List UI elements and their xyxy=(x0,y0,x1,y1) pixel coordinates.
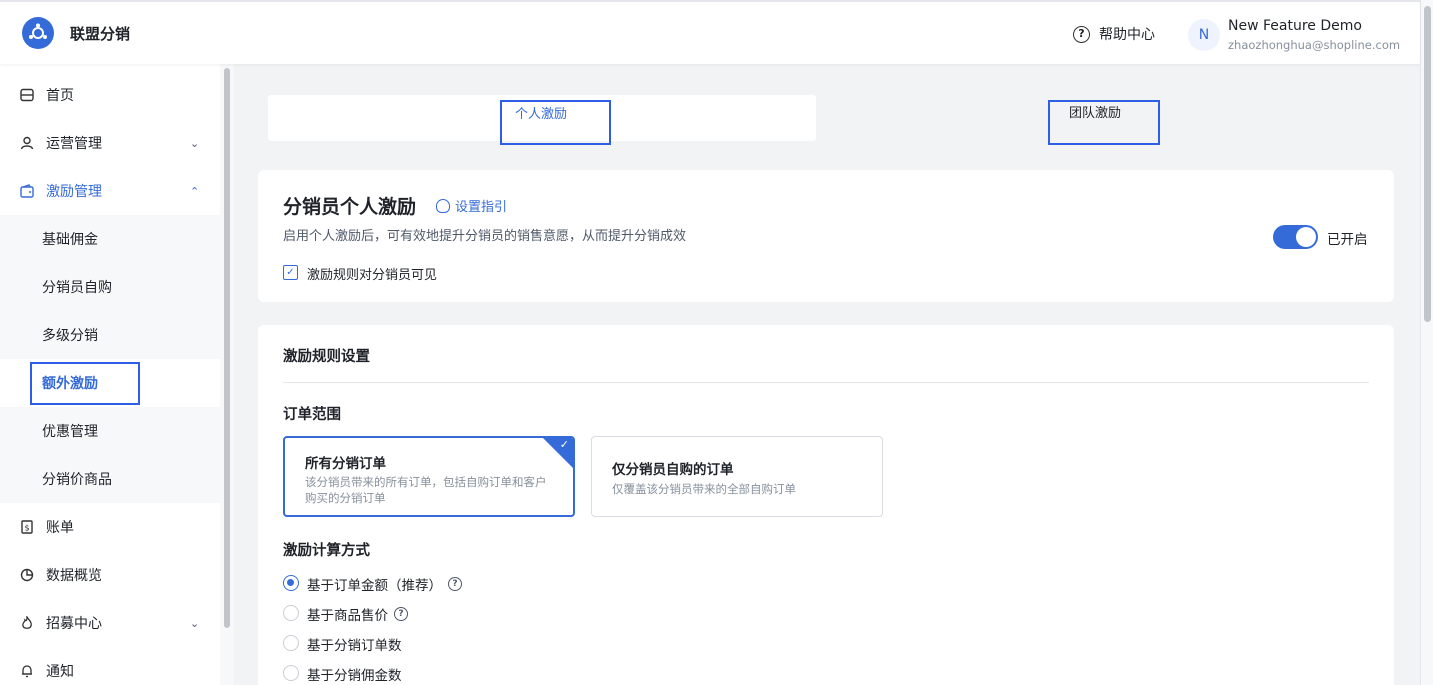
question-circle-icon[interactable]: ? xyxy=(394,607,408,621)
app-title: 联盟分销 xyxy=(70,25,131,43)
selected-corner xyxy=(541,438,573,470)
sidebar-scrollbar-thumb[interactable] xyxy=(224,68,230,628)
order-scope-option-self[interactable]: 仅分销员自购的订单 仅覆盖该分销员带来的全部自购订单 xyxy=(591,436,883,517)
highlight-box xyxy=(30,362,140,405)
radio-commission-amount[interactable] xyxy=(283,665,299,681)
calc-method-label: 激励计算方式 xyxy=(283,543,370,559)
rules-visible-label[interactable]: 激励规则对分销员可见 xyxy=(307,264,437,283)
chevron-down-icon: ⌄ xyxy=(190,136,200,150)
bill-icon: $ xyxy=(19,519,35,535)
home-icon xyxy=(19,87,35,103)
sidebar-item-home[interactable]: 首页 xyxy=(0,75,220,115)
chevron-down-icon: ⌄ xyxy=(190,616,200,630)
radio-product-price[interactable] xyxy=(283,605,299,621)
toggle-knob xyxy=(1296,227,1316,247)
sidebar-item-label: 运营管理 xyxy=(46,136,102,152)
highlight-box xyxy=(500,100,611,145)
sidebar-subitem-base-commission[interactable]: 基础佣金 xyxy=(0,215,220,263)
sidebar-subitem-label: 分销员自购 xyxy=(42,280,112,296)
check-icon: ✓ xyxy=(559,438,569,451)
option-title: 仅分销员自购的订单 xyxy=(612,462,734,478)
radio-label-commission-amount[interactable]: 基于分销佣金数 xyxy=(307,664,402,684)
personal-incentive-card: 分销员个人激励 设置指引 启用个人激励后，可有效地提升分销员的销售意愿，从而提升… xyxy=(258,170,1394,302)
radio-label-product-price[interactable]: 基于商品售价 ? xyxy=(307,604,408,624)
sidebar-item-label: 招募中心 xyxy=(46,616,102,632)
main-content: 个人激励 团队激励 分销员个人激励 设置指引 启用个人激励后，可有效地提升分销员… xyxy=(234,64,1420,685)
sidebar-subitem-label: 分销价商品 xyxy=(42,472,112,488)
bell-icon xyxy=(19,663,35,679)
radio-order-count[interactable] xyxy=(283,635,299,651)
svg-text:$: $ xyxy=(24,524,29,533)
chevron-up-icon: ⌃ xyxy=(190,184,200,198)
incentive-rules-card: 激励规则设置 订单范围 ✓ 所有分销订单 该分销员带来的所有订单，包括自购订单和… xyxy=(258,325,1394,685)
toggle-status-label: 已开启 xyxy=(1327,232,1368,248)
user-icon xyxy=(19,135,35,151)
highlight-box xyxy=(1048,100,1160,145)
user-name[interactable]: New Feature Demo xyxy=(1228,18,1362,34)
sidebar-item-label: 通知 xyxy=(46,664,74,680)
sidebar-subitem-multi-level[interactable]: 多级分销 xyxy=(0,311,220,359)
order-scope-option-all[interactable]: ✓ 所有分销订单 该分销员带来的所有订单，包括自购订单和客户购买的分销订单 xyxy=(283,436,575,517)
card-description: 启用个人激励后，可有效地提升分销员的销售意愿，从而提升分销成效 xyxy=(283,229,687,244)
setup-guide-label: 设置指引 xyxy=(455,200,508,215)
top-header: 联盟分销 ? 帮助中心 N New Feature Demo zhaozhong… xyxy=(0,0,1420,64)
sidebar-item-incentive[interactable]: 激励管理 ⌃ xyxy=(0,171,220,211)
sidebar-item-data-overview[interactable]: 数据概览 xyxy=(0,555,220,595)
order-scope-label: 订单范围 xyxy=(283,407,341,423)
sidebar-item-operations[interactable]: 运营管理 ⌄ xyxy=(0,123,220,163)
option-title: 所有分销订单 xyxy=(305,456,386,472)
incentive-toggle[interactable] xyxy=(1273,225,1318,249)
question-circle-icon: ? xyxy=(1073,25,1090,43)
radio-label-text: 基于订单金额（推荐） xyxy=(307,578,442,594)
divider xyxy=(283,382,1369,383)
pie-chart-icon xyxy=(19,567,35,583)
question-circle-icon[interactable]: ? xyxy=(448,577,462,591)
sidebar-subitem-label: 多级分销 xyxy=(42,328,98,344)
sidebar-subitem-label: 优惠管理 xyxy=(42,424,98,440)
sidebar-item-notifications[interactable]: 通知 xyxy=(0,651,220,685)
radio-label-text: 基于分销佣金数 xyxy=(307,668,402,684)
sidebar-item-label: 账单 xyxy=(46,520,74,536)
sidebar-subitem-distribution-products[interactable]: 分销价商品 xyxy=(0,455,220,503)
app-logo-icon[interactable] xyxy=(22,17,54,49)
radio-label-order-count[interactable]: 基于分销订单数 xyxy=(307,634,402,654)
page-scrollbar[interactable] xyxy=(1420,0,1433,685)
sidebar-item-label: 首页 xyxy=(46,88,74,104)
rules-section-title: 激励规则设置 xyxy=(283,349,370,365)
user-email: zhaozhonghua@shopline.com xyxy=(1228,38,1401,52)
help-center-label: 帮助中心 xyxy=(1099,27,1155,43)
option-description: 该分销员带来的所有订单，包括自购订单和客户购买的分销订单 xyxy=(305,475,547,505)
sidebar-item-recruitment[interactable]: 招募中心 ⌄ xyxy=(0,603,220,643)
setup-guide-link[interactable]: 设置指引 xyxy=(436,196,507,215)
page-scrollbar-thumb[interactable] xyxy=(1424,6,1431,322)
incentive-tabs: 个人激励 团队激励 xyxy=(258,88,1394,150)
sidebar-subitem-label: 基础佣金 xyxy=(42,232,98,248)
rules-visible-checkbox[interactable]: ✓ xyxy=(283,265,298,280)
option-description: 仅覆盖该分销员带来的全部自购订单 xyxy=(612,482,796,496)
sidebar-item-label: 激励管理 xyxy=(46,184,102,200)
radio-label-text: 基于分销订单数 xyxy=(307,638,402,654)
lightbulb-icon xyxy=(436,198,450,213)
fire-icon xyxy=(19,615,35,631)
radio-label-text: 基于商品售价 xyxy=(307,608,388,624)
sidebar-scrollbar[interactable] xyxy=(220,64,234,685)
card-title: 分销员个人激励 xyxy=(283,196,417,218)
help-center-button[interactable]: ? 帮助中心 xyxy=(1073,24,1155,44)
avatar[interactable]: N xyxy=(1188,19,1220,51)
sidebar-subitem-discounts[interactable]: 优惠管理 xyxy=(0,407,220,455)
sidebar-item-label: 数据概览 xyxy=(46,568,102,584)
radio-label-order-amount[interactable]: 基于订单金额（推荐） ? xyxy=(307,574,462,594)
wallet-icon xyxy=(19,183,35,199)
sidebar-subitem-self-purchase[interactable]: 分销员自购 xyxy=(0,263,220,311)
radio-order-amount[interactable] xyxy=(283,575,299,591)
sidebar-item-bill[interactable]: $ 账单 xyxy=(0,507,220,547)
